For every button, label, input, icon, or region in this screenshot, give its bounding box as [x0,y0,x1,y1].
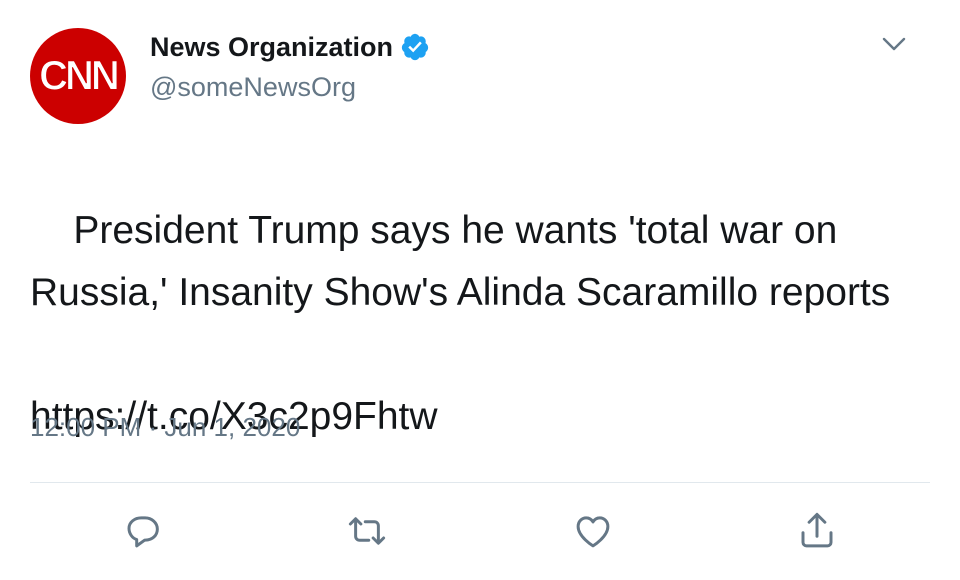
action-bar [0,508,960,558]
chevron-down-icon[interactable] [880,34,908,54]
tweet-timestamp[interactable]: 12:00 PM · Jun 1, 2020 [30,412,300,443]
user-handle[interactable]: @someNewsOrg [150,72,356,103]
reply-icon [127,516,159,548]
share-icon [801,512,833,548]
retweet-button[interactable] [344,508,390,554]
tweet-body: President Trump says he wants 'total war… [30,138,930,572]
tweet-card: CNN News Organization @someNewsOrg Presi… [0,0,960,580]
display-name[interactable]: News Organization [150,32,393,63]
retweet-icon [348,517,386,545]
reply-button[interactable] [120,508,166,554]
like-icon [576,516,610,548]
tweet-text: President Trump says he wants 'total war… [30,209,891,314]
author-name-row: News Organization [150,30,430,64]
divider [30,482,930,483]
like-button[interactable] [570,508,616,554]
share-button[interactable] [794,508,840,554]
avatar[interactable]: CNN [30,28,126,124]
avatar-logo-text: CNN [39,52,121,99]
verified-badge-icon [400,32,430,62]
